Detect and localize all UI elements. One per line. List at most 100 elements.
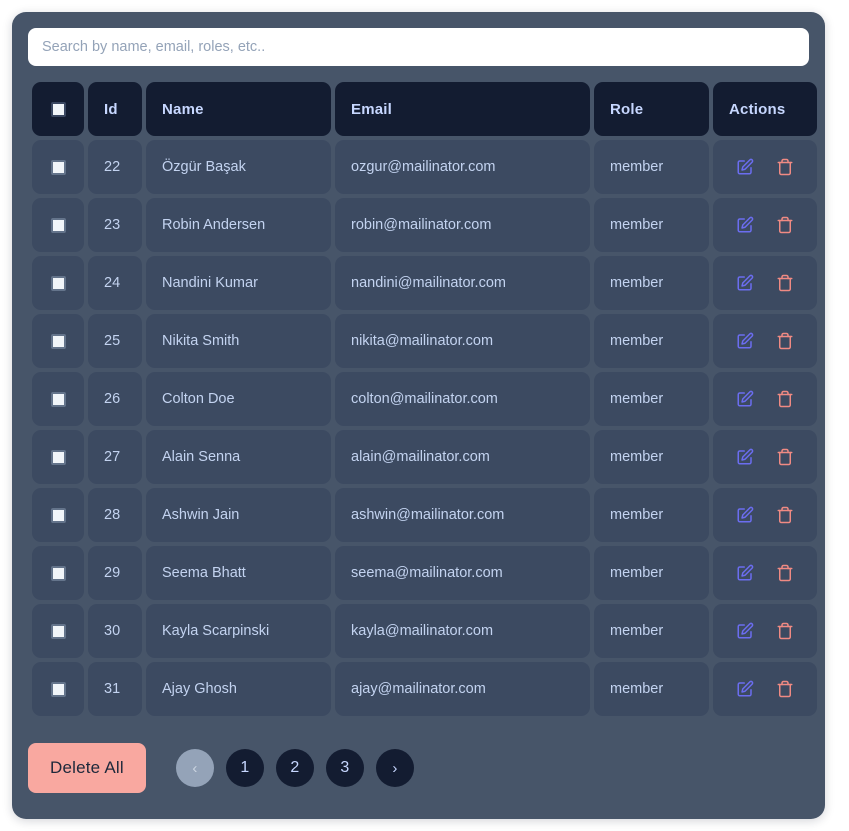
cell-name: Robin Andersen: [146, 198, 331, 252]
pagination-page-button[interactable]: 3: [325, 749, 364, 787]
table-row: 25 Nikita Smith nikita@mailinator.com membe…: [32, 314, 817, 368]
trash-icon[interactable]: [775, 157, 795, 177]
cell-actions: [713, 488, 817, 542]
cell-actions: [713, 314, 817, 368]
table-header: Id Name Email Role Actions: [32, 82, 817, 136]
row-email: kayla@mailinator.com: [335, 604, 590, 658]
row-checkbox[interactable]: [50, 681, 66, 697]
cell-role: member: [594, 488, 709, 542]
row-select-cell: [32, 372, 84, 426]
edit-pencil-square-icon[interactable]: [735, 447, 755, 467]
row-id: 23: [88, 198, 142, 252]
row-role: member: [594, 546, 709, 600]
edit-pencil-square-icon[interactable]: [735, 273, 755, 293]
row-email: seema@mailinator.com: [335, 546, 590, 600]
row-role: member: [594, 256, 709, 310]
edit-pencil-square-icon[interactable]: [735, 215, 755, 235]
trash-icon[interactable]: [775, 273, 795, 293]
row-checkbox[interactable]: [50, 623, 66, 639]
edit-pencil-square-icon[interactable]: [735, 331, 755, 351]
chevron-left-icon: ‹: [192, 759, 198, 777]
trash-icon[interactable]: [775, 679, 795, 699]
header-label-id[interactable]: Id: [88, 82, 142, 136]
select-all-checkbox[interactable]: [50, 101, 66, 117]
search-input[interactable]: [28, 28, 809, 66]
row-id: 29: [88, 546, 142, 600]
trash-icon[interactable]: [775, 505, 795, 525]
edit-pencil-square-icon[interactable]: [735, 679, 755, 699]
row-checkbox[interactable]: [50, 391, 66, 407]
row-name: Özgür Başak: [146, 140, 331, 194]
edit-pencil-square-icon[interactable]: [735, 621, 755, 641]
row-role: member: [594, 662, 709, 716]
cell-role: member: [594, 662, 709, 716]
header-label-name[interactable]: Name: [146, 82, 331, 136]
edit-pencil-square-icon[interactable]: [735, 505, 755, 525]
row-name: Nikita Smith: [146, 314, 331, 368]
row-email: nandini@mailinator.com: [335, 256, 590, 310]
row-select-cell: [32, 256, 84, 310]
row-actions: [713, 662, 817, 716]
row-role: member: [594, 198, 709, 252]
table-row: 28 Ashwin Jain ashwin@mailinator.com member: [32, 488, 817, 542]
pagination-page-button[interactable]: 2: [275, 749, 314, 787]
row-id: 22: [88, 140, 142, 194]
row-name: Alain Senna: [146, 430, 331, 484]
row-select-cell: [32, 546, 84, 600]
header-cell-actions: Actions: [713, 82, 817, 136]
row-checkbox[interactable]: [50, 565, 66, 581]
row-checkbox[interactable]: [50, 159, 66, 175]
row-checkbox[interactable]: [50, 449, 66, 465]
chevron-right-icon: ›: [392, 759, 398, 777]
row-actions: [713, 314, 817, 368]
pagination: ‹ 123 ›: [175, 749, 414, 787]
row-actions: [713, 256, 817, 310]
row-id: 30: [88, 604, 142, 658]
edit-pencil-square-icon[interactable]: [735, 157, 755, 177]
row-select-cell: [32, 430, 84, 484]
trash-icon[interactable]: [775, 621, 795, 641]
row-select-cell: [32, 488, 84, 542]
cell-name: Nikita Smith: [146, 314, 331, 368]
search-bar: [28, 28, 809, 66]
users-table-card: Id Name Email Role Actions 22Öz: [12, 12, 825, 819]
cell-actions: [713, 430, 817, 484]
header-cell-select-all: [32, 82, 84, 136]
cell-role: member: [594, 314, 709, 368]
cell-name: Alain Senna: [146, 430, 331, 484]
pagination-next-button[interactable]: ›: [375, 749, 414, 787]
cell-name: Ajay Ghosh: [146, 662, 331, 716]
edit-pencil-square-icon[interactable]: [735, 563, 755, 583]
table-row: 31 Ajay Ghosh ajay@mailinator.com member: [32, 662, 817, 716]
table-row: 24 Nandini Kumar nandini@mailinator.com mem…: [32, 256, 817, 310]
cell-select: [32, 256, 84, 310]
trash-icon[interactable]: [775, 331, 795, 351]
header-label-role[interactable]: Role: [594, 82, 709, 136]
header-label-email[interactable]: Email: [335, 82, 590, 136]
cell-id: 31: [88, 662, 142, 716]
cell-role: member: [594, 140, 709, 194]
row-checkbox[interactable]: [50, 275, 66, 291]
table-row: 23 Robin Andersen robin@mailinator.com memb…: [32, 198, 817, 252]
cell-role: member: [594, 604, 709, 658]
pagination-prev-button[interactable]: ‹: [175, 749, 214, 787]
row-checkbox[interactable]: [50, 507, 66, 523]
table-row: 22 Özgür Başak ozgur@mailinator.com member: [32, 140, 817, 194]
cell-name: Ashwin Jain: [146, 488, 331, 542]
cell-email: ozgur@mailinator.com: [335, 140, 590, 194]
row-select-cell: [32, 662, 84, 716]
delete-all-button[interactable]: Delete All: [28, 743, 146, 793]
trash-icon[interactable]: [775, 447, 795, 467]
row-checkbox[interactable]: [50, 217, 66, 233]
row-checkbox[interactable]: [50, 333, 66, 349]
edit-pencil-square-icon[interactable]: [735, 389, 755, 409]
row-email: alain@mailinator.com: [335, 430, 590, 484]
cell-select: [32, 140, 84, 194]
trash-icon[interactable]: [775, 563, 795, 583]
trash-icon[interactable]: [775, 215, 795, 235]
row-actions: [713, 198, 817, 252]
trash-icon[interactable]: [775, 389, 795, 409]
row-name: Seema Bhatt: [146, 546, 331, 600]
pagination-page-button[interactable]: 1: [225, 749, 264, 787]
cell-name: Seema Bhatt: [146, 546, 331, 600]
